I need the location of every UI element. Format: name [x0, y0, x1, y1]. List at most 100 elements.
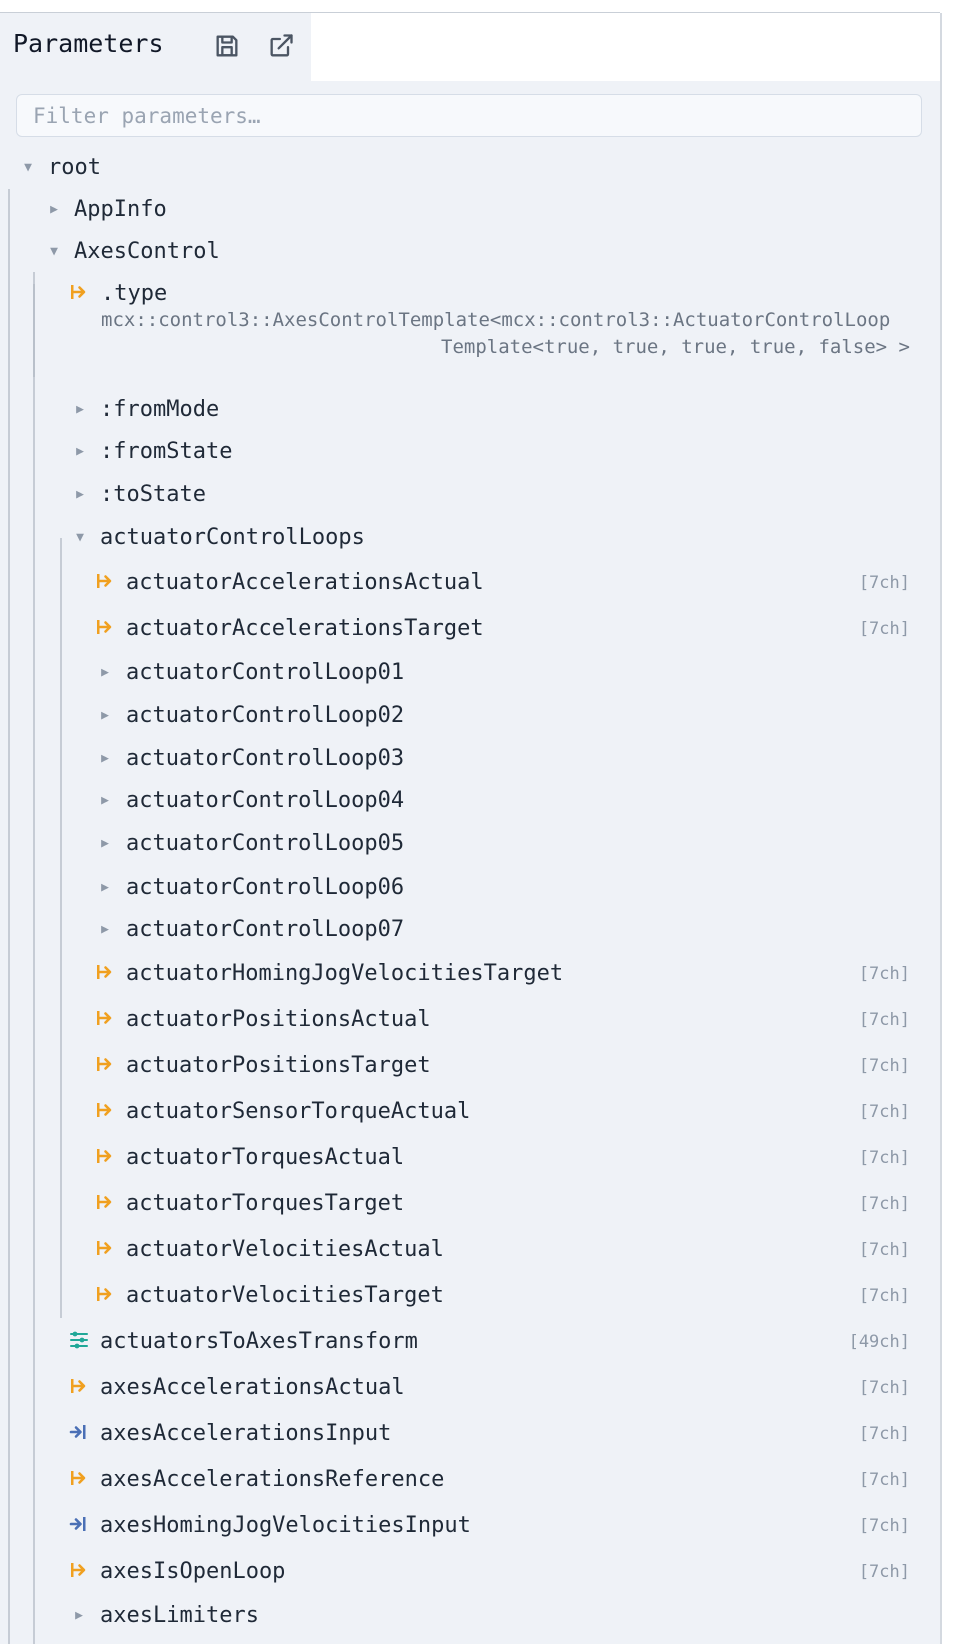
tree-node-actuator-control-loop04[interactable]: ▶ actuatorControlLoop04 [0, 783, 940, 819]
tree-node-actuator-homing-jog-velocities-target[interactable]: actuatorHomingJogVelocitiesTarget [7ch] [0, 956, 940, 992]
parameter-tree: ▼ root ▶ AppInfo ▼ AxesControl .type mcx::contr… [0, 13, 940, 1644]
channel-count-badge: [7ch] [858, 1240, 910, 1260]
tree-node-label: actuatorAccelerationsActual [126, 570, 484, 595]
collapsed-caret-icon[interactable]: ▶ [72, 1609, 86, 1623]
tree-node-from-state[interactable]: ▶ :fromState [0, 434, 940, 470]
tree-node-label: actuatorControlLoop06 [126, 875, 405, 900]
expanded-caret-icon[interactable]: ▼ [73, 531, 87, 545]
tree-node-actuator-sensor-torque-actual[interactable]: actuatorSensorTorqueActual [7ch] [0, 1094, 940, 1130]
output-icon [95, 1054, 115, 1074]
tree-node-app-info[interactable]: ▶ AppInfo [0, 192, 940, 228]
type-value-text-continued: Template<true, true, true, true, false> … [441, 336, 910, 358]
channel-count-badge: [7ch] [858, 1562, 910, 1582]
tree-node-label: axesIsOpenLoop [100, 1559, 286, 1584]
tree-node-actuator-control-loop07[interactable]: ▶ actuatorControlLoop07 [0, 912, 940, 948]
collapsed-caret-icon[interactable]: ▶ [98, 881, 112, 895]
tree-node-actuator-torques-actual[interactable]: actuatorTorquesActual [7ch] [0, 1140, 940, 1176]
tree-node-axes-accelerations-reference[interactable]: axesAccelerationsReference [7ch] [0, 1462, 940, 1498]
tree-node-axes-accelerations-input[interactable]: axesAccelerationsInput [7ch] [0, 1416, 940, 1452]
tree-node-label: :fromMode [100, 397, 220, 422]
tree-node-axes-limiters[interactable]: ▶ axesLimiters [0, 1598, 940, 1634]
tree-node-label: actuatorControlLoop01 [126, 660, 405, 685]
channel-count-badge: [7ch] [858, 1286, 910, 1306]
tree-node-label: axesLimiters [100, 1603, 259, 1628]
tree-node-actuator-accelerations-target[interactable]: actuatorAccelerationsTarget [7ch] [0, 611, 940, 647]
tree-node-actuator-control-loop05[interactable]: ▶ actuatorControlLoop05 [0, 826, 940, 862]
channel-count-badge: [7ch] [858, 1102, 910, 1122]
tree-node-label: actuatorSensorTorqueActual [126, 1099, 471, 1124]
channel-count-badge: [7ch] [858, 573, 910, 593]
type-block-marker [33, 284, 35, 377]
tree-node-label: .type [101, 281, 168, 306]
tree-node-axes-accelerations-actual[interactable]: axesAccelerationsActual [7ch] [0, 1370, 940, 1406]
output-icon [69, 1560, 89, 1580]
tree-node-actuator-velocities-target[interactable]: actuatorVelocitiesTarget [7ch] [0, 1278, 940, 1314]
tree-node-root[interactable]: ▼ root [0, 150, 940, 186]
channel-count-badge: [7ch] [858, 619, 910, 639]
collapsed-caret-icon[interactable]: ▶ [73, 403, 87, 417]
output-icon [95, 1238, 115, 1258]
parameters-panel: Parameters ▼root▶AppInfo▼AxesControl.typ… [0, 13, 942, 1644]
tree-node-to-state[interactable]: ▶ :toState [0, 477, 940, 513]
output-icon [95, 1008, 115, 1028]
type-value-text: mcx::control3::AxesControlTemplate<mcx::… [101, 309, 891, 331]
tree-node-axes-is-open-loop[interactable]: axesIsOpenLoop [7ch] [0, 1554, 940, 1590]
output-icon [95, 1192, 115, 1212]
tree-node-label: root [48, 155, 101, 180]
tree-node-label: actuatorPositionsTarget [126, 1053, 431, 1078]
collapsed-caret-icon[interactable]: ▶ [98, 837, 112, 851]
channel-count-badge: [7ch] [858, 1516, 910, 1536]
window-top-border [0, 0, 940, 13]
tree-node-actuator-torques-target[interactable]: actuatorTorquesTarget [7ch] [0, 1186, 940, 1222]
input-icon [69, 1514, 89, 1534]
collapsed-caret-icon[interactable]: ▶ [73, 488, 87, 502]
tree-node-axes-control[interactable]: ▼ AxesControl [0, 234, 940, 270]
tree-node-label: actuatorAccelerationsTarget [126, 616, 484, 641]
tree-node-label: AxesControl [74, 239, 220, 264]
channel-count-badge: [7ch] [858, 1194, 910, 1214]
tree-node-from-mode[interactable]: ▶ :fromMode [0, 392, 940, 428]
collapsed-caret-icon[interactable]: ▶ [73, 445, 87, 459]
output-icon [95, 962, 115, 982]
tree-node-actuator-control-loops[interactable]: ▼ actuatorControlLoops [0, 520, 940, 556]
collapsed-caret-icon[interactable]: ▶ [98, 709, 112, 723]
output-icon [69, 1376, 89, 1396]
tree-node-actuator-velocities-actual[interactable]: actuatorVelocitiesActual [7ch] [0, 1232, 940, 1268]
collapsed-caret-icon[interactable]: ▶ [47, 203, 61, 217]
collapsed-caret-icon[interactable]: ▶ [98, 666, 112, 680]
input-icon [69, 1422, 89, 1442]
tree-node-label: axesAccelerationsActual [100, 1375, 405, 1400]
tree-node-label: actuatorControlLoop07 [126, 917, 405, 942]
tree-node-label: actuatorHomingJogVelocitiesTarget [126, 961, 564, 986]
tree-node-label: actuatorControlLoops [100, 525, 365, 550]
collapsed-caret-icon[interactable]: ▶ [98, 752, 112, 766]
output-icon [95, 617, 115, 637]
expanded-caret-icon[interactable]: ▼ [47, 245, 61, 259]
expanded-caret-icon[interactable]: ▼ [21, 161, 35, 175]
tree-node-label: :toState [100, 482, 206, 507]
tree-node-actuator-control-loop01[interactable]: ▶ actuatorControlLoop01 [0, 655, 940, 691]
tree-node-label: actuatorControlLoop03 [126, 746, 405, 771]
parameter-icon [69, 1330, 89, 1350]
collapsed-caret-icon[interactable]: ▶ [98, 794, 112, 808]
tree-node-actuator-control-loop06[interactable]: ▶ actuatorControlLoop06 [0, 870, 940, 906]
output-icon [95, 1100, 115, 1120]
output-icon [69, 1468, 89, 1488]
tree-node-actuator-control-loop02[interactable]: ▶ actuatorControlLoop02 [0, 698, 940, 734]
tree-node-actuator-positions-target[interactable]: actuatorPositionsTarget [7ch] [0, 1048, 940, 1084]
channel-count-badge: [7ch] [858, 1424, 910, 1444]
channel-count-badge: [7ch] [858, 1056, 910, 1076]
tree-node-label: actuatorPositionsActual [126, 1007, 431, 1032]
output-icon [95, 1146, 115, 1166]
tree-node-label: actuatorControlLoop04 [126, 788, 405, 813]
tree-node-actuators-to-axes-transform[interactable]: actuatorsToAxesTransform [49ch] [0, 1324, 940, 1360]
tree-node-axes-homing-jog-velocities-input[interactable]: axesHomingJogVelocitiesInput [7ch] [0, 1508, 940, 1544]
output-icon [95, 1284, 115, 1304]
collapsed-caret-icon[interactable]: ▶ [98, 923, 112, 937]
tree-node-label: :fromState [100, 439, 233, 464]
tree-node-actuator-positions-actual[interactable]: actuatorPositionsActual [7ch] [0, 1002, 940, 1038]
tree-node-actuator-accelerations-actual[interactable]: actuatorAccelerationsActual [7ch] [0, 565, 940, 601]
tree-node-actuator-control-loop03[interactable]: ▶ actuatorControlLoop03 [0, 741, 940, 777]
tree-node-label: actuatorTorquesTarget [126, 1191, 405, 1216]
channel-count-badge: [7ch] [858, 1148, 910, 1168]
